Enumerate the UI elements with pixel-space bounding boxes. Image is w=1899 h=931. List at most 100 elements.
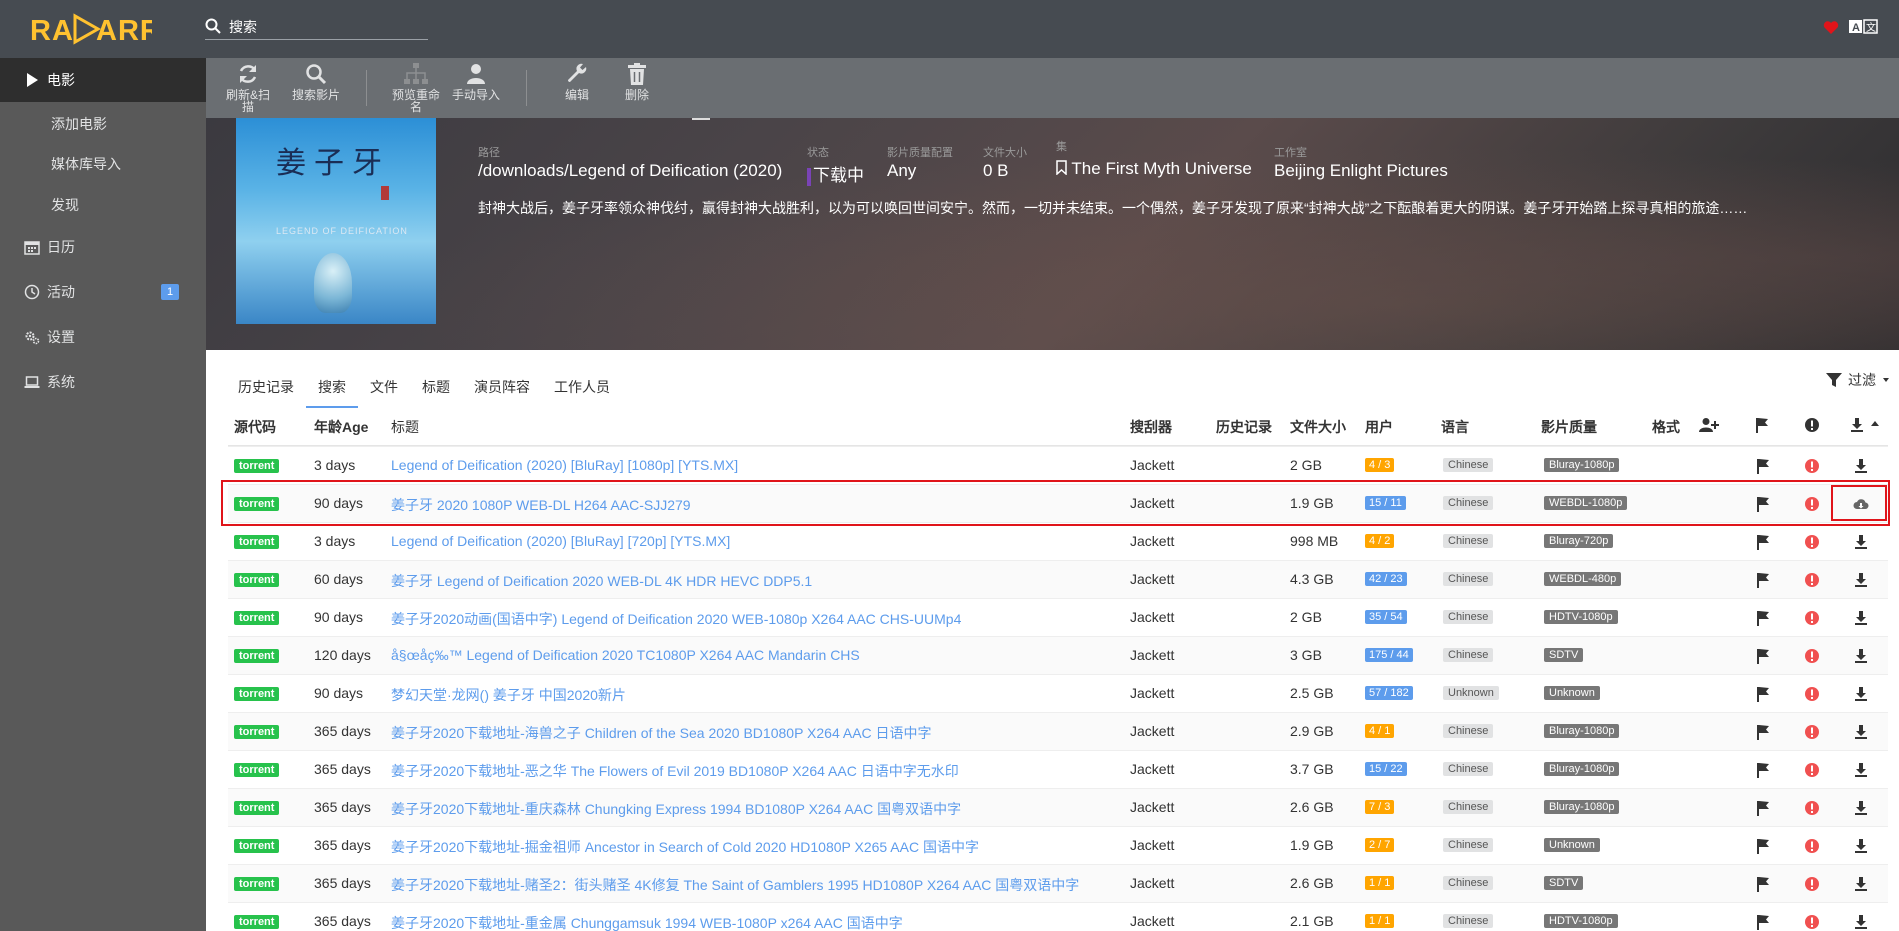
collection-value[interactable]: The First Myth Universe [1056, 159, 1252, 179]
release-title-link[interactable]: 姜子牙 2020 1080P WEB-DL H264 AAC-SJJ279 [391, 495, 691, 515]
sidebar-item-add-movie[interactable]: 添加电影 [0, 102, 206, 146]
sidebar-item-settings[interactable]: 设置 [0, 315, 206, 359]
download-icon[interactable] [1853, 876, 1869, 892]
tab-history[interactable]: 历史记录 [226, 372, 306, 408]
col-download-icon[interactable] [1850, 417, 1882, 436]
release-title-link[interactable]: 姜子牙2020下载地址-掘金祖师 Ancestor in Search of C… [391, 837, 979, 857]
release-title-link[interactable]: 姜子牙2020下载地址-恶之华 The Flowers of Evil 2019… [391, 761, 959, 781]
download-icon[interactable] [1853, 838, 1869, 854]
col-protocol[interactable]: 源代码 [234, 417, 276, 437]
col-language[interactable]: 语言 [1441, 417, 1469, 437]
release-title-link[interactable]: 姜子牙2020下载地址-海兽之子 Children of the Sea 202… [391, 723, 932, 743]
col-peers[interactable]: 用户 [1365, 417, 1393, 437]
sidebar-item-discover[interactable]: 发现 [0, 183, 206, 227]
movie-tabs: 历史记录 搜索 文件 标题 演员阵容 工作人员 [226, 372, 622, 408]
rejection-alert-icon[interactable] [1804, 914, 1820, 930]
rejection-alert-icon[interactable] [1804, 876, 1820, 892]
sidebar-item-system[interactable]: 系统 [0, 360, 206, 404]
rejection-alert-icon[interactable] [1804, 648, 1820, 664]
download-icon[interactable] [1853, 914, 1869, 930]
rejection-alert-icon[interactable] [1804, 458, 1820, 474]
quality-badge: HDTV-1080p [1544, 610, 1618, 624]
search-icon [306, 64, 327, 85]
translate-icon[interactable]: A 文 [1849, 19, 1879, 38]
col-age[interactable]: 年龄Age [314, 417, 368, 437]
size-cell: 3.7 GB [1290, 761, 1334, 777]
refresh-scan-button[interactable]: 刷新&扫描 [218, 62, 278, 113]
refresh-label: 刷新&扫描 [225, 88, 270, 114]
tab-search[interactable]: 搜索 [306, 372, 358, 408]
sidebar-item-movies[interactable]: 电影 [0, 58, 206, 102]
tab-cast[interactable]: 演员阵容 [462, 372, 542, 408]
sidebar-item-activity[interactable]: 活动 1 [0, 270, 206, 314]
flag-icon [1757, 459, 1769, 474]
quality-badge: HDTV-1080p [1544, 914, 1618, 928]
edit-button[interactable]: 编辑 [547, 62, 607, 101]
col-indexer[interactable]: 搜刮器 [1130, 417, 1172, 437]
col-history[interactable]: 历史记录 [1216, 417, 1272, 437]
delete-button[interactable]: 删除 [607, 62, 667, 101]
donate-heart-icon[interactable] [1823, 20, 1839, 38]
rejection-alert-icon[interactable] [1804, 838, 1820, 854]
table-row: torrent 365 days 姜子牙2020下载地址-赌圣2：街头赌圣 4K修复… [228, 864, 1888, 902]
flag-icon [1756, 418, 1768, 433]
radarr-logo[interactable]: RA ARR [30, 10, 161, 48]
sidebar-item-calendar[interactable]: 日历 [0, 225, 206, 269]
search-input[interactable] [229, 15, 424, 39]
sitemap-icon [404, 63, 428, 84]
quality-badge: Unknown [1544, 686, 1600, 700]
filter-menu-button[interactable]: 过滤 [1826, 370, 1890, 390]
rejection-alert-icon[interactable] [1804, 572, 1820, 588]
search-movie-button[interactable]: 搜索影片 [286, 62, 346, 101]
release-title-link[interactable]: Legend of Deification (2020) [BluRay] [7… [391, 533, 730, 549]
preview-rename-button[interactable]: 预览重命名 [386, 62, 446, 113]
tab-crew[interactable]: 工作人员 [542, 372, 622, 408]
rejection-alert-icon[interactable] [1804, 762, 1820, 778]
rejection-alert-icon[interactable] [1804, 610, 1820, 626]
quality-badge: Bluray-1080p [1544, 762, 1620, 776]
sidebar-item-library-import[interactable]: 媒体库导入 [0, 142, 206, 186]
col-format[interactable]: 格式 [1652, 417, 1680, 437]
release-title-link[interactable]: 姜子牙2020下载地址-重金属 Chunggamsuk 1994 WEB-108… [391, 913, 903, 931]
download-icon[interactable] [1853, 724, 1869, 740]
table-row: torrent 365 days 姜子牙2020下载地址-海兽之子 Children… [228, 712, 1888, 750]
col-size[interactable]: 文件大小 [1290, 417, 1346, 437]
release-title-link[interactable]: Legend of Deification (2020) [BluRay] [1… [391, 457, 738, 473]
cloud-download-icon[interactable] [1853, 496, 1869, 512]
rejection-alert-icon[interactable] [1804, 534, 1820, 550]
release-title-link[interactable]: å§œå­ç‰™ Legend of Deification 2020 TC10… [391, 647, 860, 663]
download-icon[interactable] [1853, 800, 1869, 816]
filter-label: 过滤 [1848, 372, 1876, 388]
col-title[interactable]: 标题 [391, 417, 419, 437]
release-title-link[interactable]: 姜子牙 Legend of Deification 2020 WEB-DL 4K… [391, 571, 812, 591]
download-icon[interactable] [1853, 762, 1869, 778]
peers-badge: 4 / 2 [1365, 534, 1395, 548]
download-icon[interactable] [1853, 610, 1869, 626]
release-title-link[interactable]: 姜子牙2020下载地址-重庆森林 Chungking Express 1994 … [391, 799, 961, 819]
download-icon[interactable] [1853, 534, 1869, 550]
download-icon[interactable] [1853, 648, 1869, 664]
col-custom-format-icon[interactable] [1699, 417, 1719, 436]
download-icon[interactable] [1853, 572, 1869, 588]
col-rejections-icon[interactable] [1804, 417, 1820, 436]
release-title-link[interactable]: 姜子牙2020动画(国语中字) Legend of Deification 20… [391, 609, 961, 629]
movie-studio: 工作室 Beijing Enlight Pictures [1274, 144, 1448, 181]
indexer-cell: Jackett [1130, 609, 1175, 625]
col-quality[interactable]: 影片质量 [1541, 417, 1597, 437]
rejection-alert-icon[interactable] [1804, 724, 1820, 740]
table-row: torrent 120 days å§œå­ç‰™ Legend of Deific… [228, 636, 1888, 674]
indexer-cell: Jackett [1130, 495, 1175, 511]
release-title-link[interactable]: 梦幻天堂·龙网() 姜子牙 中国2020新片 [391, 685, 626, 705]
rejection-alert-icon[interactable] [1804, 686, 1820, 702]
tab-files[interactable]: 文件 [358, 372, 410, 408]
tab-titles[interactable]: 标题 [410, 372, 462, 408]
release-title-link[interactable]: 姜子牙2020下载地址-赌圣2：街头赌圣 4K修复 The Saint of G… [391, 875, 1079, 895]
download-icon[interactable] [1853, 458, 1869, 474]
size-cell: 2.5 GB [1290, 685, 1334, 701]
rejection-alert-icon[interactable] [1804, 800, 1820, 816]
col-flags-icon[interactable] [1755, 417, 1769, 436]
download-icon[interactable] [1853, 686, 1869, 702]
rejection-alert-icon[interactable] [1804, 496, 1820, 512]
manual-import-button[interactable]: 手动导入 [446, 62, 506, 101]
svg-text:文: 文 [1866, 21, 1876, 34]
